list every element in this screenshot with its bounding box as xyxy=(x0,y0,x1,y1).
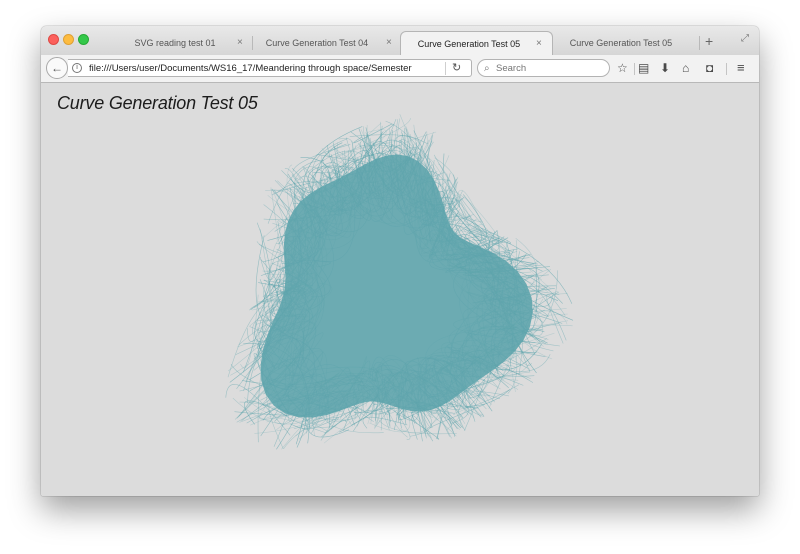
pocket-icon[interactable]: ◘ xyxy=(706,61,713,75)
curve-strand xyxy=(353,123,393,144)
tab-divider xyxy=(699,36,700,50)
toolbar-divider xyxy=(634,63,635,75)
reload-icon[interactable]: ↻ xyxy=(452,60,461,77)
tab-divider xyxy=(252,36,253,50)
window-zoom-button[interactable] xyxy=(78,34,89,45)
tab-curve-generation-05[interactable]: Curve Generation Test 05 xyxy=(555,31,700,55)
search-box[interactable]: ⌕ xyxy=(477,59,610,77)
tab-label: Curve Generation Test 05 xyxy=(569,38,673,48)
tab-strip: SVG reading test 01 × Curve Generation T… xyxy=(41,26,759,55)
bookmark-star-icon[interactable]: ☆ xyxy=(617,61,628,75)
tab-curve-generation-05-active[interactable]: Curve Generation Test 05 × xyxy=(400,31,553,55)
curve-strand xyxy=(403,414,439,440)
tab-close-icon[interactable]: × xyxy=(237,31,243,55)
navigation-toolbar: ← i file:///Users/user/Documents/WS16_17… xyxy=(41,55,759,83)
new-tab-button[interactable]: + xyxy=(705,34,713,48)
home-icon[interactable]: ⌂ xyxy=(682,61,689,75)
search-icon: ⌕ xyxy=(484,63,490,74)
download-icon[interactable]: ⬇ xyxy=(660,61,670,75)
back-arrow-icon: ← xyxy=(51,61,63,75)
curve-artwork xyxy=(225,114,574,450)
toolbar-divider xyxy=(726,63,727,75)
reading-list-icon[interactable]: ▤ xyxy=(638,61,649,75)
tab-label: SVG reading test 01 xyxy=(134,38,216,48)
tab-close-icon[interactable]: × xyxy=(386,31,392,55)
window-close-button[interactable] xyxy=(48,34,59,45)
url-text[interactable]: file:///Users/user/Documents/WS16_17/Mea… xyxy=(89,60,439,77)
page-content: Curve Generation Test 05 xyxy=(41,83,759,496)
back-button[interactable]: ← xyxy=(46,57,68,79)
menu-hamburger-icon[interactable]: ≡ xyxy=(737,61,745,75)
url-divider xyxy=(445,62,446,75)
address-bar[interactable]: i file:///Users/user/Documents/WS16_17/M… xyxy=(68,59,472,77)
fullscreen-icon[interactable]: ⤢ xyxy=(741,33,749,44)
tab-label: Curve Generation Test 04 xyxy=(265,38,369,48)
site-info-icon[interactable]: i xyxy=(72,63,82,73)
tab-label: Curve Generation Test 05 xyxy=(417,39,521,49)
window-minimize-button[interactable] xyxy=(63,34,74,45)
page-title: Curve Generation Test 05 xyxy=(57,93,258,113)
search-input[interactable] xyxy=(496,61,604,75)
browser-window: SVG reading test 01 × Curve Generation T… xyxy=(41,26,759,496)
tab-close-icon[interactable]: × xyxy=(536,32,542,56)
curve-strand xyxy=(254,222,271,308)
tab-curve-generation-04[interactable]: Curve Generation Test 04 × xyxy=(255,31,397,55)
tab-svg-reading-test[interactable]: SVG reading test 01 × xyxy=(127,31,251,55)
